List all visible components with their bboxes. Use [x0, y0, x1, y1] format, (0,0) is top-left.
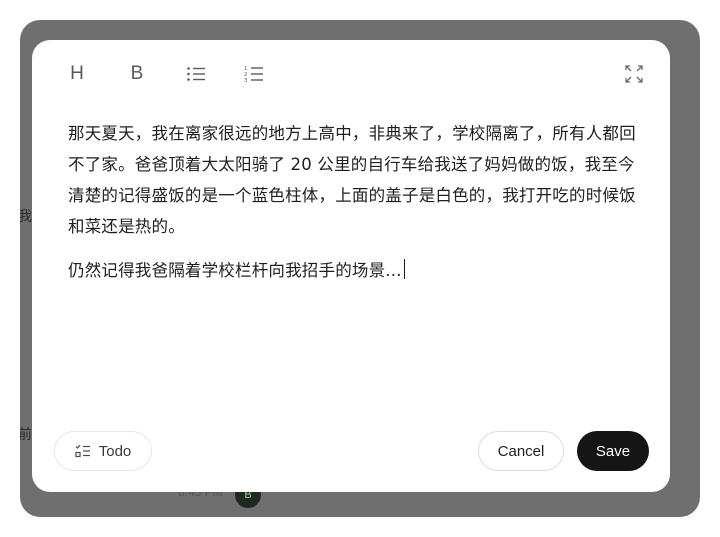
expand-button[interactable] [622, 62, 646, 86]
svg-text:3: 3 [244, 78, 248, 83]
bullet-list-button[interactable] [184, 62, 208, 86]
editor-paragraph-last: 仍然记得我爸隔着学校栏杆向我招手的场景... [68, 255, 640, 286]
note-text-editor[interactable]: 那天夏天，我在离家很远的地方上高中，非典来了，学校隔离了，所有人都回不了家。爸爸… [68, 118, 640, 299]
bullet-list-icon [187, 67, 205, 81]
todo-label: Todo [98, 442, 132, 460]
cancel-button[interactable]: Cancel [478, 431, 564, 471]
background-text-fragment: 我 [20, 209, 32, 225]
text-cursor [403, 259, 405, 279]
editor-paragraph: 那天夏天，我在离家很远的地方上高中，非典来了，学校隔离了，所有人都回不了家。爸爸… [68, 124, 636, 236]
background-text-fragment: 前 [20, 427, 32, 443]
bold-button[interactable]: B [126, 62, 148, 86]
numbered-list-icon: 1 2 3 [244, 66, 263, 83]
save-button[interactable]: Save [577, 431, 649, 471]
numbered-list-button[interactable]: 1 2 3 [242, 62, 266, 86]
checklist-icon [75, 444, 90, 458]
note-editor-modal: H B 1 2 3 那天夏天，我在离家很远的地方上高中，非典来了，学校隔离了，所… [32, 40, 670, 492]
expand-icon [625, 65, 643, 83]
todo-button[interactable]: Todo [54, 431, 152, 471]
heading-button[interactable]: H [66, 62, 88, 86]
editor-paragraph-text: 仍然记得我爸隔着学校栏杆向我招手的场景... [68, 261, 402, 280]
